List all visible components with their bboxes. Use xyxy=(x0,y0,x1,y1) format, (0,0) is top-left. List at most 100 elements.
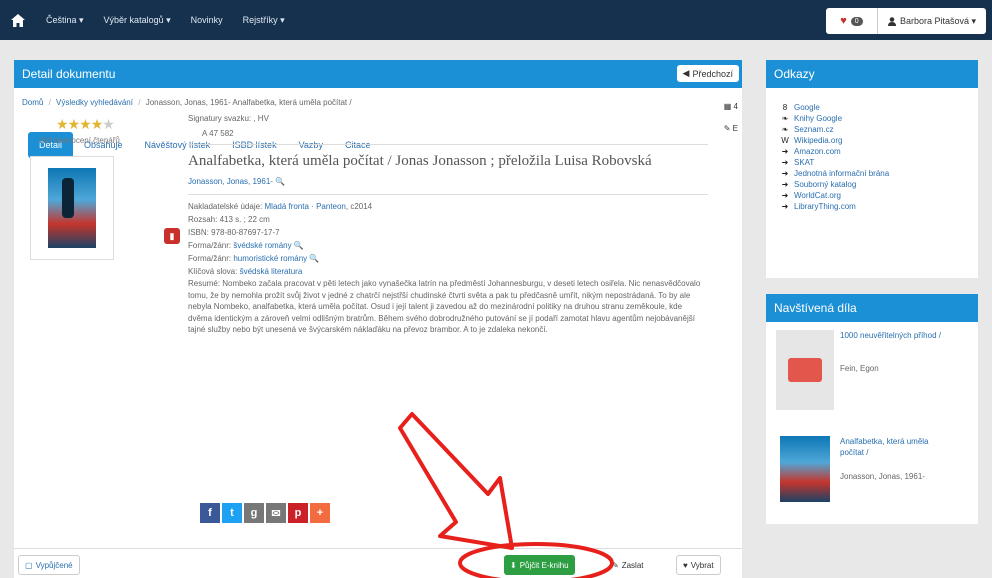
previous-label: Předchozí xyxy=(692,68,733,79)
pinterest-icon[interactable]: p xyxy=(288,503,308,523)
nav-news[interactable]: Novinky xyxy=(181,15,233,25)
genre-link[interactable]: švédské romány xyxy=(233,241,291,250)
breadcrumb-home[interactable]: Domů xyxy=(22,98,43,107)
visited-works-panel: Navštívená díla 1000 neuvěřitelných příh… xyxy=(766,294,978,524)
visited-author: Jonasson, Jonas, 1961- xyxy=(840,472,925,481)
download-icon: ⬇ xyxy=(510,560,517,570)
share-buttons: f t g ✉ p + xyxy=(200,503,330,523)
star-icon: ★ xyxy=(79,116,92,132)
favorites-count: 0 xyxy=(850,16,863,26)
link-item[interactable]: ❧ Seznam.cz xyxy=(780,124,978,135)
book-icon: ❧ xyxy=(781,114,789,123)
panel-heading: Detail dokumentu xyxy=(14,60,742,88)
nav-registers[interactable]: Rejstříky ▾ xyxy=(233,15,295,26)
star-empty-icon: ★ xyxy=(102,116,115,132)
keyword-link[interactable]: švédská literatura xyxy=(240,267,303,276)
previous-button[interactable]: ◀ Předchozí xyxy=(676,65,739,82)
action-bar: ▢ Vypůjčené ⬇ Půjčit E-knihu ✎ Zaslat ♥ … xyxy=(14,548,742,578)
twitter-icon[interactable]: t xyxy=(222,503,242,523)
arrow-right-icon: ➜ xyxy=(781,169,789,178)
facebook-icon[interactable]: f xyxy=(200,503,220,523)
book-cover-thumbnail xyxy=(780,436,830,502)
links-list: 8 Google ❧ Knihy Google ❧ Seznam.cz W Wikipe… xyxy=(766,88,978,212)
heart-icon: ♥ xyxy=(683,560,688,570)
abstract: Resumé: Nombeko začala pracovat v pěti l… xyxy=(188,279,701,334)
search-icon[interactable]: 🔍 xyxy=(294,241,304,250)
breadcrumb-separator: / xyxy=(48,98,51,107)
borrow-ebook-button[interactable]: ⬇ Půjčit E-knihu xyxy=(504,555,575,575)
google-icon[interactable]: g xyxy=(244,503,264,523)
user-menu[interactable]: Barbora Pitašová ▾ xyxy=(878,8,986,34)
genre-row: Forma/žánr: švédské romány 🔍 xyxy=(188,241,304,250)
visited-title[interactable]: Analfabetka, která uměla počítat / xyxy=(840,436,950,458)
links-panel: Odkazy 8 Google ❧ Knihy Google ❧ Seznam.cz … xyxy=(766,60,978,278)
edit-tool[interactable]: ✎ E xyxy=(724,118,738,140)
breadcrumb-results[interactable]: Výsledky vyhledávání xyxy=(56,98,133,107)
star-rating[interactable]: ★★★★★ xyxy=(56,116,115,133)
home-icon[interactable] xyxy=(0,0,36,40)
google-icon: 8 xyxy=(782,103,788,112)
record-tools: ▦ 4 ✎ E xyxy=(724,96,738,140)
bibliographic-record: Signatury svazku: , HV A 47 582 Analfabe… xyxy=(188,114,708,336)
favorites-button[interactable]: ♥ 0 xyxy=(826,8,878,34)
link-item[interactable]: ➜ LibraryThing.com xyxy=(780,201,978,212)
visited-author: Fein, Egon xyxy=(840,364,879,373)
divider xyxy=(188,144,708,145)
borrowed-button[interactable]: ▢ Vypůjčené xyxy=(18,555,80,575)
star-icon: ★ xyxy=(90,116,104,132)
link-item[interactable]: ➜ WorldCat.org xyxy=(780,190,978,201)
nav-language[interactable]: Čeština ▾ xyxy=(36,15,94,26)
keywords-row: Klíčová slova: švédská literatura xyxy=(188,267,303,276)
arrow-right-icon: ➜ xyxy=(781,202,789,211)
star-icon: ★ xyxy=(56,116,69,132)
genre-row: Forma/žánr: humoristické romány 🔍 xyxy=(188,254,320,263)
book-cover[interactable] xyxy=(30,156,114,260)
more-share-icon[interactable]: + xyxy=(310,503,330,523)
isbn-row: ISBN: 978-80-87697-17-7 xyxy=(188,228,280,237)
publisher-link[interactable]: Mladá fronta · Panteon xyxy=(265,202,346,211)
record-author: Jonasson, Jonas, 1961- 🔍 xyxy=(188,177,708,186)
record-title: Analfabetka, která uměla počítat / Jonas… xyxy=(188,153,652,169)
links-heading: Odkazy xyxy=(766,60,978,88)
link-item[interactable]: ➜ SKAT xyxy=(780,157,978,168)
author-link[interactable]: Jonasson, Jonas, 1961- xyxy=(188,177,273,186)
placeholder-cover-icon xyxy=(776,330,834,410)
select-button[interactable]: ♥ Vybrat xyxy=(676,555,721,575)
divider xyxy=(188,194,708,195)
link-item[interactable]: ➜ Amazon.com xyxy=(780,146,978,157)
page-title: Detail dokumentu xyxy=(22,67,116,81)
link-item[interactable]: ➜ Jednotná informační brána xyxy=(780,168,978,179)
link-item[interactable]: 8 Google xyxy=(780,102,978,113)
send-button[interactable]: ✎ Zaslat xyxy=(606,555,650,575)
search-icon[interactable]: 🔍 xyxy=(275,177,285,186)
signature-label: Signatury svazku: , HV xyxy=(188,114,269,123)
publisher-row: Nakladatelské údaje: Mladá fronta · Pant… xyxy=(188,202,373,211)
wikipedia-icon: W xyxy=(781,136,789,145)
chevron-left-icon: ◀ xyxy=(682,68,690,78)
breadcrumb-current: Jonasson, Jonas, 1961- Analfabetka, kter… xyxy=(145,98,352,107)
visited-heading: Navštívená díla xyxy=(766,294,978,322)
genre-link[interactable]: humoristické romány xyxy=(233,254,307,263)
book-icon: ❧ xyxy=(781,125,789,134)
link-item[interactable]: ❧ Knihy Google xyxy=(780,113,978,124)
book-type-icon: ▮ xyxy=(164,228,180,244)
arrow-right-icon: ➜ xyxy=(781,147,789,156)
ratings-count: 168 hodnocení čtenářů xyxy=(38,136,120,145)
breadcrumb-separator: / xyxy=(138,98,141,107)
pencil-icon: ✎ xyxy=(612,560,619,570)
visited-title[interactable]: 1000 neuvěřitelných příhod / xyxy=(840,330,970,341)
link-item[interactable]: ➜ Souborný katalog xyxy=(780,179,978,190)
nav-catalog-select[interactable]: Výběr katalogů ▾ xyxy=(94,15,181,26)
cover-image xyxy=(48,168,96,248)
search-icon[interactable]: 🔍 xyxy=(309,254,319,263)
email-icon[interactable]: ✉ xyxy=(266,503,286,523)
user-name: Barbora Pitašová ▾ xyxy=(899,15,976,26)
arrow-right-icon: ➜ xyxy=(781,191,789,200)
link-item[interactable]: W Wikipedia.org xyxy=(780,135,978,146)
heart-icon: ♥ xyxy=(840,15,847,27)
arrow-right-icon: ➜ xyxy=(781,180,789,189)
extent-row: Rozsah: 413 s. ; 22 cm xyxy=(188,215,270,224)
breadcrumb: Domů / Výsledky vyhledávání / Jonasson, … xyxy=(22,98,352,107)
user-icon xyxy=(887,16,896,26)
export-tool[interactable]: ▦ 4 xyxy=(724,96,738,118)
